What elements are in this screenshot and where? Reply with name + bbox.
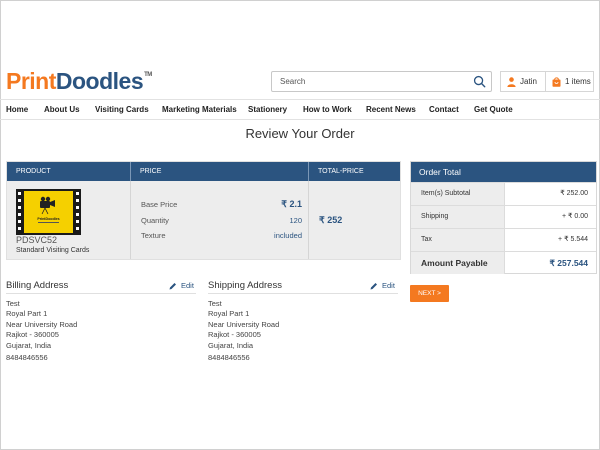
thumb-brand-text: PrintDoodles xyxy=(37,217,59,221)
shipping-line-1: Royal Part 1 xyxy=(208,309,250,318)
nav-home[interactable]: Home xyxy=(6,105,28,114)
logo-tm: TM xyxy=(144,72,152,78)
amount-payable-value: ₹ 257.544 xyxy=(549,258,589,268)
order-total-panel: Order Total Item(s) Subtotal ₹ 252.00 Sh… xyxy=(410,161,597,274)
search-input[interactable] xyxy=(272,72,468,91)
shipping-city: Rajkot - 360005 xyxy=(208,330,261,339)
cart-link[interactable]: 1 items xyxy=(546,72,593,91)
product-name: Standard Visiting Cards xyxy=(16,247,90,254)
search-box xyxy=(271,71,492,92)
shipping-row: Shipping + ₹ 0.00 xyxy=(411,205,596,228)
nav-get-quote[interactable]: Get Quote xyxy=(474,105,513,114)
order-total-title: Order Total xyxy=(411,162,596,182)
user-cart-box: Jatin 1 items xyxy=(500,71,594,92)
header-total-price: TOTAL-PRICE xyxy=(318,168,364,175)
tax-row: Tax + ₹ 5.544 xyxy=(411,228,596,251)
pencil-icon xyxy=(169,282,176,289)
header-price: PRICE xyxy=(131,162,309,181)
shipping-line-2: Near University Road xyxy=(208,320,280,329)
billing-phone: 8484846556 xyxy=(6,353,48,362)
product-code: PDSVC52 xyxy=(16,235,58,245)
next-button[interactable]: NEXT > xyxy=(410,285,449,302)
pencil-icon xyxy=(370,282,377,289)
tax-label: Tax xyxy=(411,229,505,251)
user-account-link[interactable]: Jatin xyxy=(501,72,546,91)
total-price-cell: ₹ 252 xyxy=(309,181,400,259)
logo-print-text: Print xyxy=(6,68,56,94)
product-row: PrintDoodles PDSVC52 Standard Visiting C… xyxy=(7,181,400,259)
billing-divider xyxy=(6,293,196,294)
base-price-value: ₹ 2.1 xyxy=(281,199,302,209)
nav-recent-news[interactable]: Recent News xyxy=(366,105,416,114)
quantity-value: 120 xyxy=(289,216,302,225)
texture-value: included xyxy=(274,231,302,240)
cart-icon xyxy=(552,76,561,87)
billing-name: Test xyxy=(6,299,20,308)
page-title: Review Your Order xyxy=(245,126,355,141)
shipping-divider xyxy=(208,293,398,294)
shipping-name: Test xyxy=(208,299,222,308)
shipping-address-title: Shipping Address xyxy=(208,280,282,291)
header-product: PRODUCT xyxy=(7,162,131,181)
billing-line-2: Near University Road xyxy=(6,320,78,329)
billing-city: Rajkot - 360005 xyxy=(6,330,59,339)
product-table-header: PRODUCT PRICE TOTAL-PRICE xyxy=(7,162,400,181)
shipping-state: Gujarat, India xyxy=(208,341,254,350)
subtotal-label: Item(s) Subtotal xyxy=(411,183,505,205)
nav-visiting-cards[interactable]: Visiting Cards xyxy=(95,105,149,114)
cart-count: 1 items xyxy=(565,77,591,86)
shipping-edit-label: Edit xyxy=(382,281,395,290)
logo-doodles-text: Doodles xyxy=(55,68,144,94)
shipping-value: + ₹ 0.00 xyxy=(561,213,588,220)
billing-edit-label: Edit xyxy=(181,281,194,290)
subtotal-row: Item(s) Subtotal ₹ 252.00 xyxy=(411,182,596,205)
product-cell: PrintDoodles PDSVC52 Standard Visiting C… xyxy=(7,181,131,259)
price-cell: Base Price ₹ 2.1 Quantity 120 Texture in… xyxy=(131,181,309,259)
billing-address-title: Billing Address xyxy=(6,280,69,291)
subtotal-value: ₹ 252.00 xyxy=(560,190,588,197)
shipping-edit-link[interactable]: Edit xyxy=(370,281,395,290)
nav-how-to-work[interactable]: How to Work xyxy=(303,105,352,114)
amount-payable-row: Amount Payable ₹ 257.544 xyxy=(411,251,596,274)
shipping-label: Shipping xyxy=(411,206,505,228)
texture-label: Texture xyxy=(141,231,166,240)
nav-stationery[interactable]: Stationery xyxy=(248,105,287,114)
product-thumbnail[interactable]: PrintDoodles xyxy=(16,189,81,235)
tax-value: + ₹ 5.544 xyxy=(558,236,588,243)
nav-contact[interactable]: Contact xyxy=(429,105,459,114)
total-price-value: ₹ 252 xyxy=(319,215,343,225)
billing-line-1: Royal Part 1 xyxy=(6,309,48,318)
brand-logo[interactable]: PrintDoodlesTM xyxy=(6,68,152,95)
search-icon[interactable] xyxy=(473,75,486,88)
billing-edit-link[interactable]: Edit xyxy=(169,281,194,290)
shipping-phone: 8484846556 xyxy=(208,353,250,362)
user-name: Jatin xyxy=(520,77,537,86)
product-table: PRODUCT PRICE TOTAL-PRICE PrintDoodles P… xyxy=(6,161,401,260)
base-price-label: Base Price xyxy=(141,200,178,209)
amount-payable-label: Amount Payable xyxy=(411,252,505,274)
quantity-label: Quantity xyxy=(141,216,169,225)
main-nav: Home About Us Visiting Cards Marketing M… xyxy=(0,99,600,120)
nav-about-us[interactable]: About Us xyxy=(44,105,80,114)
nav-marketing-materials[interactable]: Marketing Materials xyxy=(162,105,237,114)
billing-state: Gujarat, India xyxy=(6,341,52,350)
user-icon xyxy=(507,76,516,87)
